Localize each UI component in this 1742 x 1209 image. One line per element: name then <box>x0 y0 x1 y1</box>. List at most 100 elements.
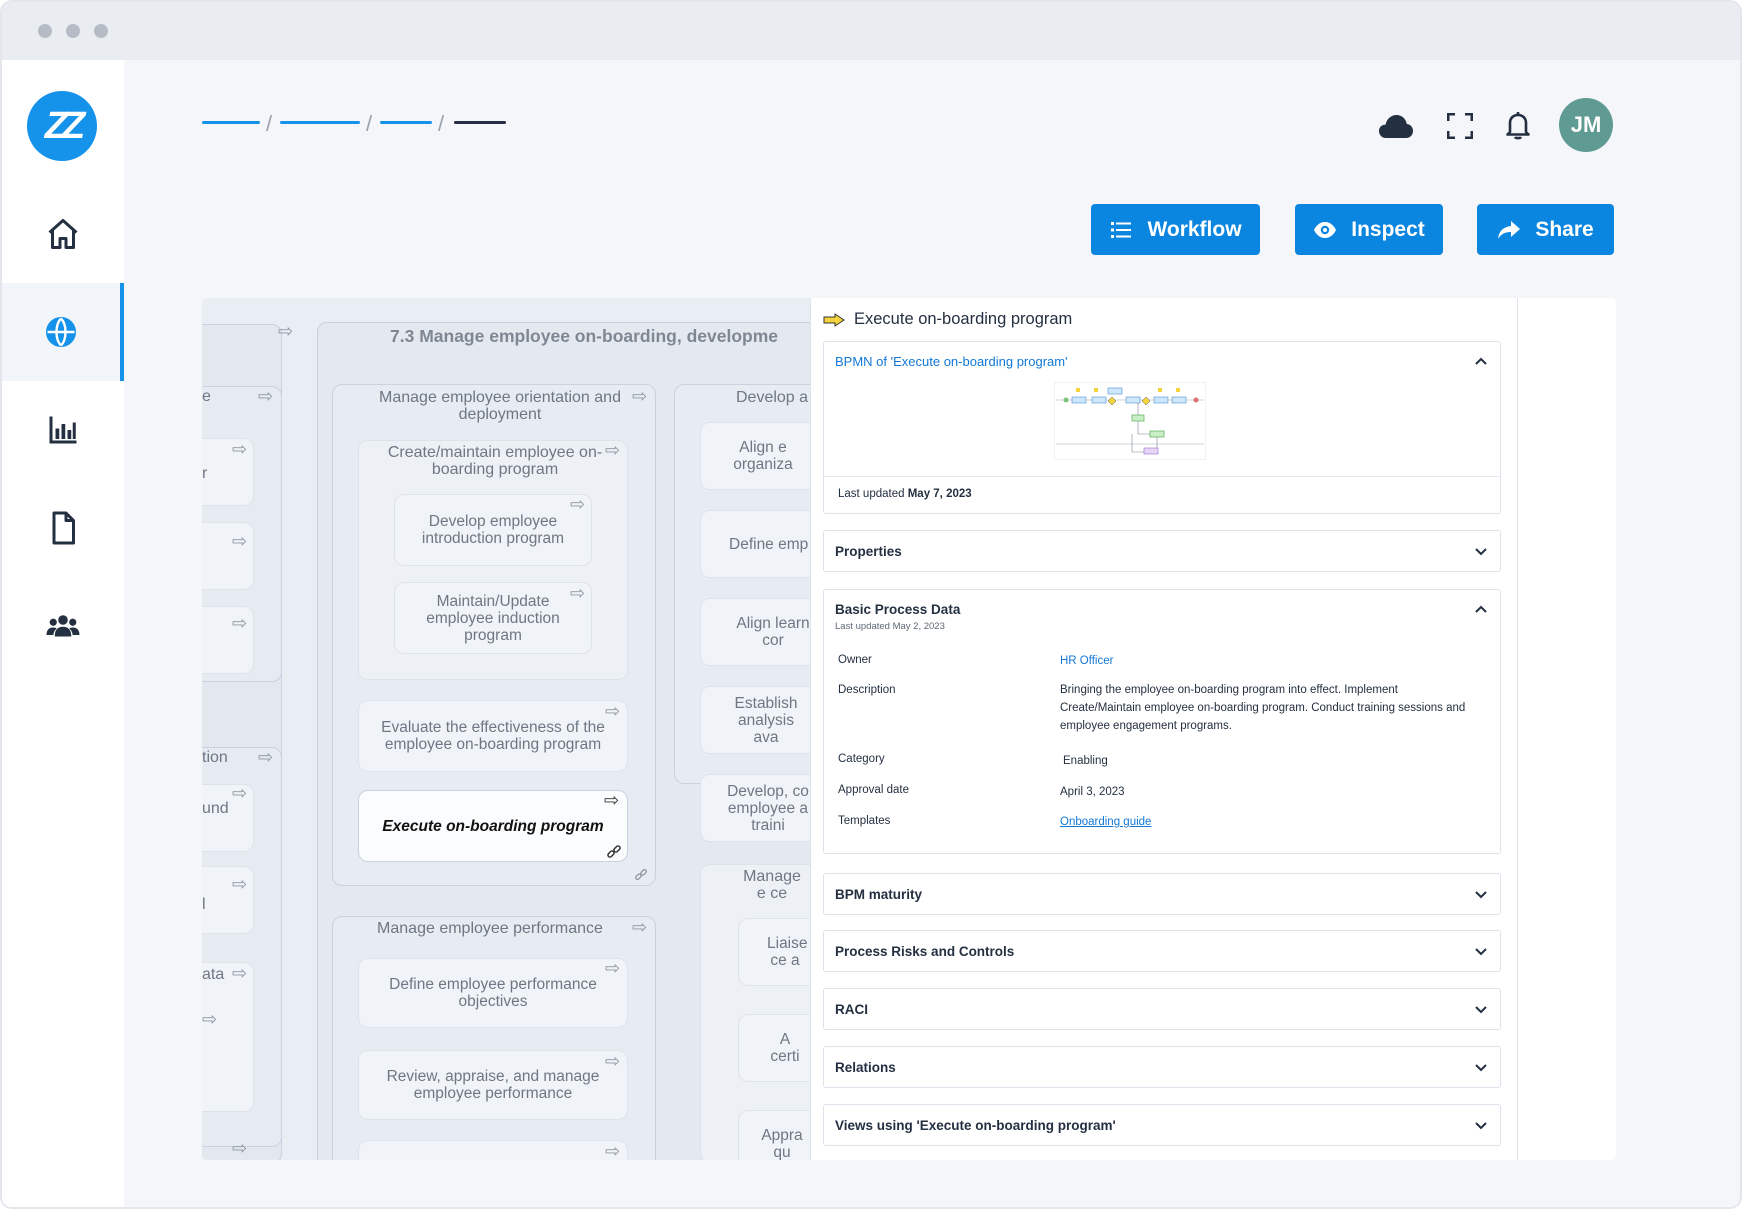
arrow-icon[interactable]: ⇨ <box>278 322 293 340</box>
inspect-button[interactable]: Inspect <box>1295 204 1443 255</box>
cloud-icon[interactable] <box>1378 112 1414 140</box>
card-label: Liaise ce a <box>767 935 808 969</box>
link-icon[interactable] <box>606 844 622 860</box>
arrow-icon[interactable]: ⇨ <box>632 387 647 405</box>
diagram-card-develop-co[interactable]: Develop, co employee a traini <box>700 774 810 842</box>
arrow-icon[interactable]: ⇨ <box>605 1052 620 1070</box>
chevron-down-icon[interactable] <box>1474 1061 1488 1075</box>
arrow-icon[interactable]: ⇨ <box>232 532 247 550</box>
workflow-button[interactable]: Workflow <box>1091 204 1260 255</box>
arrow-icon[interactable]: ⇨ <box>232 784 247 802</box>
window-dot-maximize[interactable] <box>94 24 108 38</box>
chevron-up-icon[interactable] <box>1474 354 1488 368</box>
card-label: Define employee performance objectives <box>389 976 597 1010</box>
content-canvas: ⇨ e ⇨ r ⇨ ⇨ ⇨ tion ⇨ und ⇨ l ⇨ ata ⇨ ⇨ ⇨ <box>202 298 1616 1160</box>
bell-icon[interactable] <box>1505 110 1531 140</box>
sidebar-item-documents[interactable] <box>2 479 124 577</box>
diagram-card-a-certi[interactable]: A certi <box>738 1014 810 1082</box>
bpm-maturity-section[interactable]: BPM maturity <box>823 873 1501 915</box>
avatar[interactable]: JM <box>1559 98 1613 152</box>
app-logo[interactable]: ZZ <box>27 91 97 161</box>
fullscreen-icon[interactable] <box>1447 113 1473 139</box>
diagram-card-establish[interactable]: Establish analysis ava <box>700 686 810 754</box>
title-bar <box>2 2 1740 60</box>
sidebar-item-home[interactable] <box>2 185 124 283</box>
chevron-down-icon[interactable] <box>1474 1003 1488 1017</box>
inspect-button-label: Inspect <box>1351 217 1425 241</box>
basic-section-subtitle: Last updated May 2, 2023 <box>835 621 945 632</box>
breadcrumb-item-3[interactable] <box>380 121 432 124</box>
sidebar-item-users[interactable] <box>2 577 124 675</box>
basic-section-title[interactable]: Basic Process Data <box>835 602 960 617</box>
approval-date-label: Approval date <box>838 784 909 796</box>
diagram-performance-title: Manage employee performance <box>377 920 603 937</box>
chevron-down-icon[interactable] <box>1474 888 1488 902</box>
diagram-card-align[interactable]: Align e organiza <box>700 422 810 490</box>
breadcrumb-item-1[interactable] <box>202 121 260 124</box>
arrow-icon[interactable]: ⇨ <box>570 584 585 602</box>
breadcrumb-separator: / <box>438 111 445 136</box>
properties-section[interactable]: Properties <box>823 530 1501 572</box>
bpmn-section-title[interactable]: BPMN of 'Execute on-boarding program' <box>835 354 1068 369</box>
diagram-card-align-learn[interactable]: Align learn cor <box>700 598 810 666</box>
arrow-icon[interactable]: ⇨ <box>605 702 620 720</box>
chevron-up-icon[interactable] <box>1474 602 1488 616</box>
app-window: ZZ / / / JM Workflow Inspect Share ⇨ e ⇨… <box>0 0 1742 1209</box>
templates-label: Templates <box>838 815 891 827</box>
card-label: Align e organiza <box>733 439 793 473</box>
process-risks-section[interactable]: Process Risks and Controls <box>823 930 1501 972</box>
diagram-card-maintain-update[interactable]: Maintain/Update employee induction progr… <box>394 582 592 654</box>
arrow-icon[interactable]: ⇨ <box>258 748 273 766</box>
arrow-icon[interactable]: ⇨ <box>232 440 247 458</box>
diagram-card-define[interactable]: Define emp <box>700 510 810 578</box>
arrow-icon[interactable]: ⇨ <box>605 1142 620 1160</box>
arrow-icon[interactable]: ⇨ <box>570 495 585 513</box>
arrow-icon[interactable]: ⇨ <box>232 614 247 632</box>
arrow-icon[interactable]: ⇨ <box>258 387 273 405</box>
diagram-card-evaluate[interactable]: Evaluate the effectiveness of the employ… <box>358 700 628 772</box>
arrow-icon[interactable]: ⇨ <box>605 441 620 459</box>
views-using-section[interactable]: Views using 'Execute on-boarding program… <box>823 1104 1501 1146</box>
process-diagram[interactable]: ⇨ e ⇨ r ⇨ ⇨ ⇨ tion ⇨ und ⇨ l ⇨ ata ⇨ ⇨ ⇨ <box>202 298 810 1160</box>
breadcrumb-item-2[interactable] <box>280 121 360 124</box>
diagram-subgroup-performance[interactable] <box>332 916 656 1160</box>
arrow-icon[interactable]: ⇨ <box>605 959 620 977</box>
arrow-icon[interactable]: ⇨ <box>232 875 247 893</box>
diagram-card-appra[interactable]: Appra qu <box>738 1110 810 1160</box>
diagram-card[interactable] <box>358 1140 628 1160</box>
properties-section-title: Properties <box>835 544 902 559</box>
chevron-down-icon[interactable] <box>1474 1119 1488 1133</box>
chevron-down-icon[interactable] <box>1474 945 1488 959</box>
link-icon[interactable] <box>634 868 648 882</box>
window-dot-close[interactable] <box>38 24 52 38</box>
diagram-card-review[interactable]: Review, appraise, and manage employee pe… <box>358 1050 628 1120</box>
workflow-button-label: Workflow <box>1147 217 1242 241</box>
arrow-icon[interactable]: ⇨ <box>202 1010 217 1028</box>
arrow-icon[interactable]: ⇨ <box>232 1139 247 1157</box>
arrow-icon[interactable]: ⇨ <box>232 964 247 982</box>
divider <box>824 476 1500 477</box>
card-label: Develop, co employee a traini <box>727 782 809 834</box>
diagram-left-row-4: ata <box>202 966 225 983</box>
relations-section[interactable]: Relations <box>823 1046 1501 1088</box>
sidebar-item-reports[interactable] <box>2 381 124 479</box>
diagram-left-row-2: und <box>202 800 229 817</box>
share-button[interactable]: Share <box>1477 204 1614 255</box>
diagram-card-define-objectives[interactable]: Define employee performance objectives <box>358 958 628 1028</box>
raci-section[interactable]: RACI <box>823 988 1501 1030</box>
arrow-icon[interactable]: ⇨ <box>632 918 647 936</box>
sidebar-item-globe[interactable] <box>2 283 124 381</box>
templates-link[interactable]: Onboarding guide <box>1060 813 1151 831</box>
chevron-down-icon[interactable] <box>1474 545 1488 559</box>
bpmn-section: BPMN of 'Execute on-boarding program' La… <box>823 341 1501 514</box>
globe-icon <box>46 317 76 347</box>
bpmn-thumbnail[interactable] <box>1054 382 1206 460</box>
diagram-card[interactable] <box>202 962 254 1112</box>
diagram-card-develop-intro[interactable]: Develop employee introduction program <box>394 494 592 566</box>
breadcrumb-item-current <box>454 121 506 124</box>
window-dot-minimize[interactable] <box>66 24 80 38</box>
diagram-card-liaise[interactable]: Liaise ce a <box>738 918 810 986</box>
owner-value[interactable]: HR Officer <box>1060 652 1113 670</box>
arrow-icon[interactable]: ⇨ <box>604 791 619 809</box>
diagram-card-execute-selected[interactable]: Execute on-boarding program <box>358 790 628 862</box>
